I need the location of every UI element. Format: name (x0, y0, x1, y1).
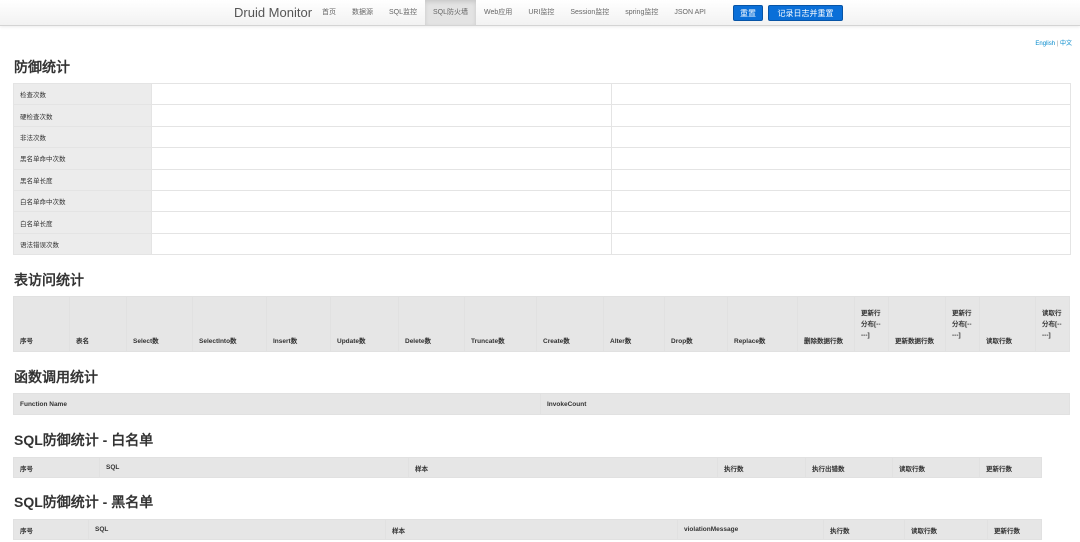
table-row: 非法次数 (13, 125, 1071, 149)
row-value (151, 232, 612, 256)
blacklist-title: SQL防御统计 - 黑名单 (14, 494, 154, 510)
row-value (611, 147, 1071, 170)
row-value (611, 168, 1071, 191)
col-header[interactable]: InvokeCount (540, 393, 1070, 415)
function-stats-title: 函数调用统计 (14, 369, 98, 385)
row-value (151, 82, 612, 106)
col-header[interactable]: Update数 (330, 296, 399, 352)
col-header[interactable]: 序号 (13, 519, 89, 540)
col-header[interactable]: SQL (88, 519, 386, 540)
col-header[interactable]: 更新行数 (979, 457, 1042, 478)
row-value (151, 104, 612, 127)
nav-uri-monitor[interactable]: URI监控 (520, 0, 562, 25)
nav-spring-monitor[interactable]: spring监控 (617, 0, 666, 25)
col-header[interactable]: 执行出错数 (805, 457, 893, 478)
function-stats-table: Function Name InvokeCount (13, 393, 1070, 415)
nav-session-monitor[interactable]: Session监控 (562, 0, 617, 25)
nav-sql-monitor[interactable]: SQL监控 (381, 0, 425, 25)
table-row: 白名单长度 (13, 211, 1071, 234)
chinese-link[interactable]: 中文 (1060, 41, 1072, 47)
row-label: 检查次数 (13, 82, 152, 106)
log-and-reset-button[interactable]: 记录日志并重置 (768, 5, 843, 21)
row-label: 非法次数 (13, 125, 152, 149)
language-switcher: English | 中文 (1000, 38, 1072, 47)
main-nav: 首页 数据源 SQL监控 SQL防火墙 Web应用 URI监控 Session监… (314, 0, 714, 25)
col-header[interactable]: 更新行分布[-----] (945, 296, 980, 352)
blacklist-table: 序号 SQL 样本 violationMessage 执行数 读取行数 更新行数 (13, 519, 1042, 540)
table-row: 黑名单长度 (13, 168, 1071, 191)
table-stats-table: 序号 表名 Select数 SelectInto数 Insert数 Update… (13, 296, 1070, 352)
top-navbar: Druid Monitor 首页 数据源 SQL监控 SQL防火墙 Web应用 … (0, 0, 1080, 26)
table-header-row: 序号 SQL 样本 执行数 执行出错数 读取行数 更新行数 (13, 457, 1042, 478)
table-row: 语法错误次数 (13, 232, 1071, 256)
table-header-row: 序号 表名 Select数 SelectInto数 Insert数 Update… (13, 296, 1070, 352)
col-header[interactable]: 删除数据行数 (797, 296, 855, 352)
col-header[interactable]: Truncate数 (464, 296, 537, 352)
row-value (151, 211, 612, 234)
english-link[interactable]: English (1035, 41, 1055, 47)
col-header[interactable]: 读取行分布[-----] (1035, 296, 1070, 352)
table-row: 白名单命中次数 (13, 189, 1071, 213)
row-label: 白名单长度 (13, 211, 152, 234)
nav-datasource[interactable]: 数据源 (344, 0, 381, 25)
col-header[interactable]: Alter数 (603, 296, 665, 352)
row-label: 白名单命中次数 (13, 189, 152, 213)
language-separator: | (1056, 41, 1059, 47)
col-header[interactable]: 读取行数 (979, 296, 1036, 352)
col-header[interactable]: 更新行数 (987, 519, 1042, 540)
reset-button[interactable]: 重置 (733, 5, 763, 21)
col-header[interactable]: 更新数据行数 (888, 296, 946, 352)
col-header[interactable]: Select数 (126, 296, 193, 352)
row-value (611, 104, 1071, 127)
col-header[interactable]: Delete数 (398, 296, 465, 352)
nav-web-app[interactable]: Web应用 (476, 0, 520, 25)
col-header[interactable]: Function Name (13, 393, 541, 415)
table-header-row: Function Name InvokeCount (13, 393, 1070, 415)
col-header[interactable]: Replace数 (727, 296, 798, 352)
whitelist-title: SQL防御统计 - 白名单 (14, 432, 154, 448)
table-stats-title: 表访问统计 (14, 272, 84, 288)
table-row: 硬检查次数 (13, 104, 1071, 127)
col-header[interactable]: SQL (99, 457, 409, 478)
table-row: 黑名单命中次数 (13, 147, 1071, 170)
row-value (611, 82, 1071, 106)
col-header[interactable]: violationMessage (677, 519, 824, 540)
nav-sql-firewall[interactable]: SQL防火墙 (425, 0, 477, 25)
row-value (611, 232, 1071, 256)
col-header[interactable]: 序号 (13, 457, 100, 478)
nav-json-api[interactable]: JSON API (666, 0, 714, 25)
row-label: 硬检查次数 (13, 104, 152, 127)
col-header[interactable]: Insert数 (266, 296, 331, 352)
col-header[interactable]: SelectInto数 (192, 296, 267, 352)
row-value (151, 189, 612, 213)
defense-stats-table: 检查次数 硬检查次数 非法次数 黑名单命中次数 黑名单长度 白名单命中次数 白名… (13, 82, 1071, 256)
col-header[interactable]: 执行数 (717, 457, 806, 478)
table-row: 检查次数 (13, 82, 1071, 106)
nav-home[interactable]: 首页 (314, 0, 344, 25)
table-header-row: 序号 SQL 样本 violationMessage 执行数 读取行数 更新行数 (13, 519, 1042, 540)
col-header[interactable]: Create数 (536, 296, 604, 352)
row-label: 语法错误次数 (13, 232, 152, 256)
row-value (611, 125, 1071, 149)
row-value (611, 189, 1071, 213)
col-header[interactable]: 样本 (408, 457, 718, 478)
col-header[interactable]: 序号 (13, 296, 70, 352)
defense-stats-title: 防御统计 (14, 59, 70, 75)
row-value (151, 168, 612, 191)
col-header[interactable]: 执行数 (823, 519, 905, 540)
col-header[interactable]: 样本 (385, 519, 678, 540)
row-label: 黑名单长度 (13, 168, 152, 191)
row-value (611, 211, 1071, 234)
brand-title[interactable]: Druid Monitor (234, 5, 312, 20)
whitelist-table: 序号 SQL 样本 执行数 执行出错数 读取行数 更新行数 (13, 457, 1042, 478)
col-header[interactable]: 更新行分布[-----] (854, 296, 889, 352)
row-value (151, 147, 612, 170)
col-header[interactable]: 读取行数 (904, 519, 988, 540)
row-value (151, 125, 612, 149)
col-header[interactable]: 读取行数 (892, 457, 980, 478)
row-label: 黑名单命中次数 (13, 147, 152, 170)
col-header[interactable]: Drop数 (664, 296, 728, 352)
col-header[interactable]: 表名 (69, 296, 127, 352)
